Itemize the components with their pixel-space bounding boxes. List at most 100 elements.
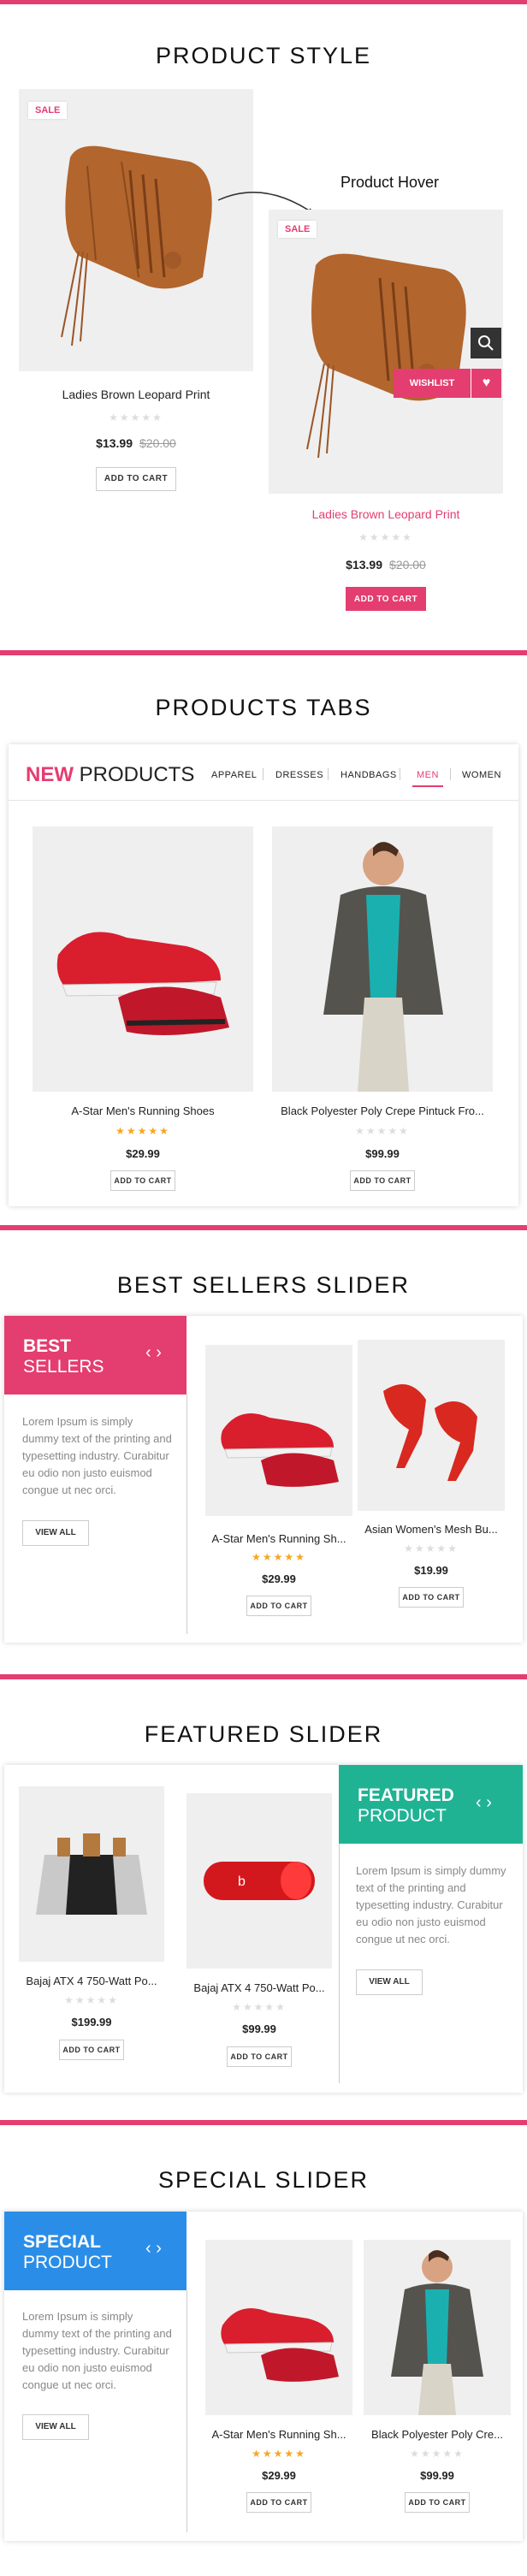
- product-name[interactable]: Black Polyester Poly Crepe Pintuck Fro..…: [272, 1104, 493, 1117]
- search-icon[interactable]: [471, 328, 501, 358]
- price: $99.99: [365, 1147, 400, 1160]
- section-title-product-style: PRODUCT STYLE: [155, 43, 372, 68]
- product-name[interactable]: Ladies Brown Leopard Print: [269, 507, 503, 521]
- rating-stars: ★★★★★: [64, 1994, 119, 2006]
- view-all-button[interactable]: VIEW ALL: [22, 1520, 89, 1546]
- add-to-cart-button[interactable]: ADD TO CART: [405, 2492, 470, 2513]
- product-hover-label: Product Hover: [340, 174, 440, 191]
- price: $13.99: [346, 558, 382, 571]
- man-jacket-image: [323, 842, 443, 1092]
- page: PRODUCT STYLE SALE Ladies Brown Leopard …: [0, 0, 527, 2576]
- tab-women[interactable]: WOMEN: [462, 770, 501, 780]
- product-name[interactable]: Asian Women's Mesh Bu...: [358, 1523, 505, 1536]
- speaker-image: b: [204, 1862, 315, 1900]
- running-shoes-image: [56, 932, 229, 1035]
- price-line: $13.99 $20.00: [19, 436, 253, 450]
- product-name[interactable]: A-Star Men's Running Sh...: [205, 1532, 352, 1545]
- price: $99.99: [420, 2469, 454, 2482]
- product-image[interactable]: [272, 826, 493, 1092]
- description-text: Lorem Ipsum is simply dummy text of the …: [22, 1415, 172, 1496]
- toaster-image: [36, 1833, 147, 1915]
- top-accent-bar: [0, 0, 527, 4]
- man-jacket-image: [391, 2250, 483, 2415]
- add-to-cart-button[interactable]: ADD TO CART: [346, 587, 426, 611]
- section-divider: [0, 1674, 527, 1679]
- product-image[interactable]: [364, 2240, 511, 2415]
- add-to-cart-button[interactable]: ADD TO CART: [59, 2040, 124, 2060]
- price: $19.99: [414, 1564, 448, 1577]
- running-shoes-image: [221, 1413, 339, 1487]
- heading-line-2: PRODUCT: [23, 2253, 112, 2272]
- section-title-products-tabs: PRODUCTS TABS: [155, 695, 372, 720]
- product-image[interactable]: [358, 1340, 505, 1511]
- add-to-cart-button[interactable]: ADD TO CART: [246, 1596, 311, 1616]
- running-shoes-image: [221, 2308, 339, 2382]
- tab-men[interactable]: MEN: [417, 770, 439, 780]
- tabs-heading-rest: PRODUCTS: [79, 763, 195, 786]
- product-name[interactable]: Bajaj ATX 4 750-Watt Po...: [187, 1981, 332, 1994]
- tab-divider: [328, 768, 329, 780]
- add-to-cart-button[interactable]: ADD TO CART: [246, 2492, 311, 2513]
- price: $29.99: [262, 1572, 296, 1585]
- product-name[interactable]: Black Polyester Poly Cre...: [364, 2428, 511, 2441]
- heart-icon[interactable]: ♥: [471, 369, 501, 398]
- section-title-special: SPECIAL SLIDER: [157, 2167, 370, 2193]
- tab-handbags[interactable]: HANDBAGS: [340, 770, 397, 780]
- tab-apparel[interactable]: APPAREL: [211, 770, 257, 780]
- old-price: $20.00: [139, 436, 176, 450]
- product-image-hover[interactable]: [269, 210, 503, 494]
- product-name[interactable]: Ladies Brown Leopard Print: [19, 388, 253, 401]
- add-to-cart-button[interactable]: ADD TO CART: [227, 2046, 292, 2067]
- rating-stars: ★★★★★: [358, 531, 413, 543]
- view-all-button[interactable]: VIEW ALL: [356, 1969, 423, 1995]
- heading-line-2: SELLERS: [23, 1357, 104, 1377]
- old-price: $20.00: [389, 558, 426, 571]
- rating-stars: ★★★★★: [115, 1125, 170, 1137]
- tab-divider: [450, 768, 451, 780]
- featured-heading: FEATURED PRODUCT: [339, 1765, 523, 1844]
- price: $29.99: [262, 2469, 296, 2482]
- product-image[interactable]: [205, 2240, 352, 2415]
- rating-stars: ★★★★★: [404, 1543, 459, 1554]
- active-tab-underline: [412, 785, 443, 787]
- sale-badge: SALE: [278, 221, 317, 238]
- product-image[interactable]: b: [187, 1793, 332, 1969]
- product-name[interactable]: Bajaj ATX 4 750-Watt Po...: [19, 1975, 164, 1987]
- price: $99.99: [242, 2022, 276, 2035]
- add-to-cart-button[interactable]: ADD TO CART: [399, 1587, 464, 1608]
- section-divider: [0, 650, 527, 655]
- product-name[interactable]: A-Star Men's Running Shoes: [33, 1104, 253, 1117]
- heading-line-1: BEST: [23, 1336, 72, 1356]
- tab-dresses[interactable]: DRESSES: [275, 770, 323, 780]
- tab-divider: [263, 768, 264, 780]
- product-image[interactable]: [19, 1786, 164, 1962]
- add-to-cart-button[interactable]: ADD TO CART: [110, 1170, 175, 1191]
- wishlist-button[interactable]: WISHLIST: [394, 369, 471, 398]
- red-heels-image: [383, 1384, 477, 1481]
- slider-arrows[interactable]: ‹ ›: [476, 1793, 492, 1813]
- product-image[interactable]: [205, 1345, 352, 1516]
- tabs-heading: NEW PRODUCTS: [26, 763, 194, 787]
- section-divider: [0, 2120, 527, 2125]
- section-title-best-sellers: BEST SELLERS SLIDER: [116, 1272, 411, 1298]
- add-to-cart-button[interactable]: ADD TO CART: [96, 467, 176, 491]
- product-image[interactable]: [33, 826, 253, 1092]
- price: $13.99: [96, 436, 133, 450]
- rating-stars: ★★★★★: [232, 2001, 287, 2013]
- description-text: Lorem Ipsum is simply dummy text of the …: [356, 1864, 506, 1945]
- slider-arrows[interactable]: ‹ ›: [145, 1343, 162, 1363]
- add-to-cart-button[interactable]: ADD TO CART: [350, 1170, 415, 1191]
- price: $199.99: [71, 2016, 112, 2028]
- description-text: Lorem Ipsum is simply dummy text of the …: [22, 2310, 172, 2391]
- price: $29.99: [126, 1147, 160, 1160]
- rating-stars: ★★★★★: [109, 412, 163, 423]
- view-all-button[interactable]: VIEW ALL: [22, 2414, 89, 2440]
- rating-stars: ★★★★★: [410, 2448, 465, 2460]
- section-title-featured: FEATURED SLIDER: [144, 1721, 383, 1747]
- section-divider: [0, 1225, 527, 1230]
- heading-line-1: FEATURED: [358, 1785, 454, 1805]
- rating-stars: ★★★★★: [252, 1551, 306, 1563]
- product-name[interactable]: A-Star Men's Running Sh...: [205, 2428, 352, 2441]
- rating-stars: ★★★★★: [252, 2448, 306, 2460]
- slider-arrows[interactable]: ‹ ›: [145, 2239, 162, 2259]
